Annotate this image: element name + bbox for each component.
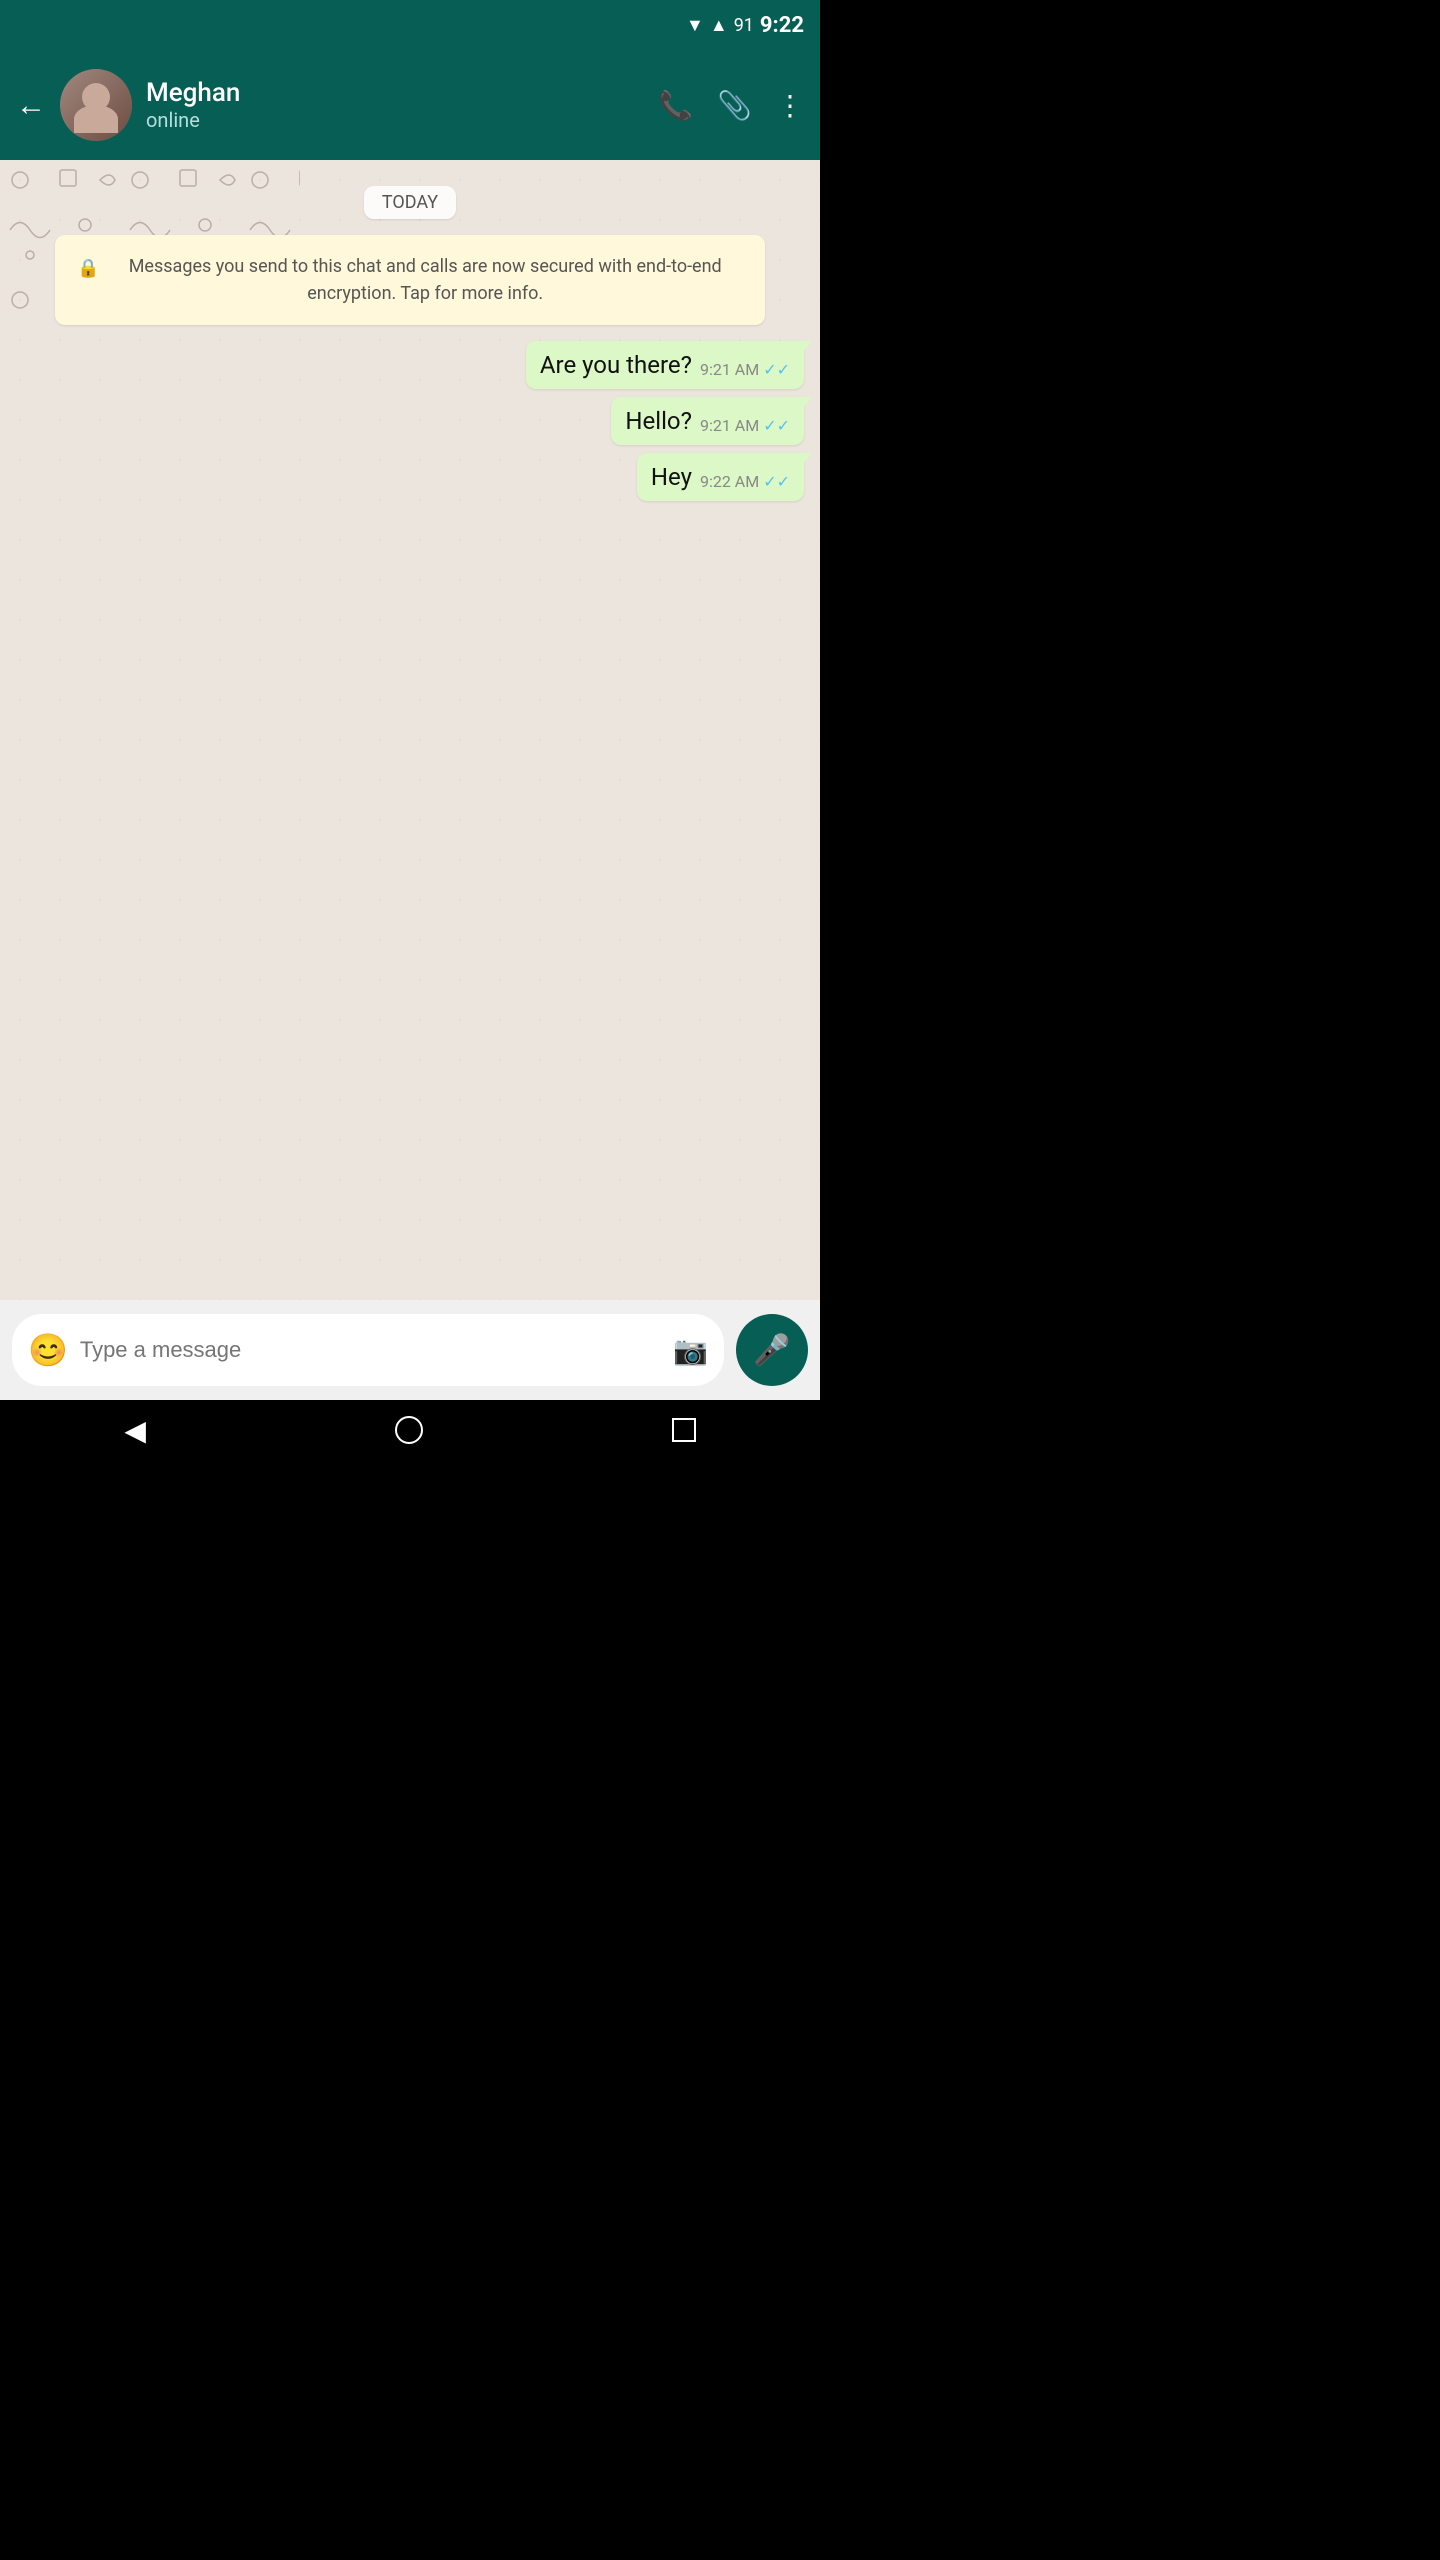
message-bubble[interactable]: Hey 9:22 AM ✓✓	[637, 453, 804, 501]
message-meta: 9:21 AM ✓✓	[700, 360, 790, 379]
message-time: 9:21 AM	[700, 416, 759, 435]
avatar-image	[60, 69, 132, 141]
more-options-button[interactable]: ⋮	[776, 89, 804, 122]
chat-background: TODAY 🔒 Messages you send to this chat a…	[0, 160, 820, 1300]
message-bubble[interactable]: Hello? 9:21 AM ✓✓	[611, 397, 804, 445]
recent-nav-button[interactable]	[672, 1418, 696, 1442]
home-nav-button[interactable]	[395, 1416, 423, 1444]
chat-header: ← Meghan online 📞 📎 ⋮	[0, 50, 820, 160]
encryption-text: Messages you send to this chat and calls…	[108, 253, 743, 307]
home-nav-icon	[395, 1416, 423, 1444]
navigation-bar: ◀	[0, 1400, 820, 1460]
avatar[interactable]	[60, 69, 132, 141]
back-nav-icon: ◀	[124, 1414, 146, 1447]
message-time: 9:22 AM	[700, 472, 759, 491]
back-nav-button[interactable]: ◀	[124, 1414, 146, 1447]
chat-content: TODAY 🔒 Messages you send to this chat a…	[0, 160, 820, 523]
header-actions: 📞 📎 ⋮	[658, 89, 804, 122]
signal-icon: ▲	[710, 15, 728, 36]
back-button[interactable]: ←	[16, 88, 46, 123]
message-row: Hello? 9:21 AM ✓✓	[16, 397, 804, 445]
contact-status: online	[146, 108, 644, 132]
mic-button[interactable]: 🎤	[736, 1314, 808, 1386]
input-container: 😊 📷	[12, 1314, 724, 1386]
message-meta: 9:22 AM ✓✓	[700, 472, 790, 491]
contact-info[interactable]: Meghan online	[146, 78, 644, 132]
contact-name: Meghan	[146, 78, 644, 108]
lock-icon: 🔒	[77, 255, 99, 282]
message-text: Are you there?	[540, 351, 692, 379]
back-arrow-icon: ←	[16, 88, 46, 123]
message-row: Are you there? 9:21 AM ✓✓	[16, 341, 804, 389]
message-bubble[interactable]: Are you there? 9:21 AM ✓✓	[526, 341, 804, 389]
camera-button[interactable]: 📷	[673, 1334, 708, 1367]
message-status-icon: ✓✓	[763, 416, 790, 435]
message-text: Hello?	[625, 407, 692, 435]
status-time: 9:22	[760, 13, 804, 38]
date-badge: TODAY	[364, 186, 456, 219]
encryption-notice[interactable]: 🔒 Messages you send to this chat and cal…	[55, 235, 764, 325]
mic-icon: 🎤	[753, 1333, 790, 1368]
attach-button[interactable]: 📎	[717, 89, 752, 122]
message-status-icon: ✓✓	[763, 472, 790, 491]
wifi-icon: ▼	[686, 15, 704, 36]
message-input[interactable]	[80, 1337, 661, 1363]
battery-level: 91	[734, 15, 754, 36]
call-button[interactable]: 📞	[658, 89, 693, 122]
input-bar: 😊 📷 🎤	[0, 1300, 820, 1400]
status-bar: ▼ ▲ 91 9:22	[0, 0, 820, 50]
message-text: Hey	[651, 463, 692, 491]
message-row: Hey 9:22 AM ✓✓	[16, 453, 804, 501]
emoji-button[interactable]: 😊	[28, 1331, 68, 1369]
messages-container: Are you there? 9:21 AM ✓✓ Hello? 9:21 AM…	[16, 335, 804, 507]
message-time: 9:21 AM	[700, 360, 759, 379]
message-meta: 9:21 AM ✓✓	[700, 416, 790, 435]
message-status-icon: ✓✓	[763, 360, 790, 379]
recent-nav-icon	[672, 1418, 696, 1442]
status-icons: ▼ ▲ 91 9:22	[686, 13, 804, 38]
